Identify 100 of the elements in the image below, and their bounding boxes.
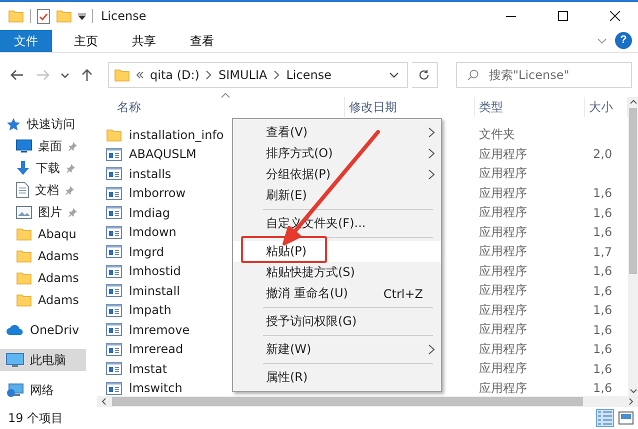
file-name[interactable]: lmreread	[129, 342, 184, 356]
scroll-left-icon[interactable]	[101, 398, 106, 405]
file-name[interactable]: installation_info	[129, 128, 224, 142]
menu-item[interactable]: 属性(R)	[233, 367, 441, 388]
sidebar-item[interactable]: OneDriv	[0, 319, 86, 341]
document-icon	[16, 182, 29, 198]
sidebar-item[interactable]: Adams	[0, 289, 86, 311]
file-name[interactable]: lmswitch	[129, 381, 182, 396]
help-button[interactable]: ?	[615, 32, 632, 49]
application-icon	[106, 186, 122, 200]
dropdown-icon[interactable]	[388, 72, 399, 78]
expand-ribbon-icon[interactable]	[597, 38, 607, 44]
ribbon-tab[interactable]: 共享	[116, 30, 172, 52]
properties-icon[interactable]	[37, 8, 50, 24]
address-bar[interactable]: qita (D:) SIMULIA License	[108, 62, 408, 88]
submenu-chevron-icon	[428, 127, 435, 138]
horizontal-scrollbar[interactable]	[97, 396, 638, 407]
sidebar-item[interactable]: 此电脑	[0, 349, 86, 371]
folder-icon	[16, 271, 32, 285]
search-icon	[467, 69, 479, 81]
sidebar-item[interactable]: 快速访问	[0, 113, 86, 135]
scroll-down-icon[interactable]	[630, 389, 636, 394]
sidebar-item[interactable]: 桌面	[0, 135, 86, 157]
pin-icon	[65, 186, 74, 194]
application-icon	[106, 382, 122, 395]
file-name[interactable]: installs	[129, 166, 172, 181]
refresh-icon	[418, 69, 430, 81]
breadcrumb-item[interactable]: qita (D:)	[150, 68, 200, 82]
sidebar-item[interactable]: 网络	[0, 379, 86, 401]
caret-icon[interactable]	[78, 12, 86, 20]
application-icon	[106, 226, 122, 239]
file-size: 2,0	[593, 147, 612, 162]
menu-item[interactable]: 粘贴(P)	[233, 241, 441, 262]
sidebar-item[interactable]: Abaqu	[0, 223, 86, 245]
scroll-right-icon[interactable]	[629, 398, 634, 405]
submenu-chevron-icon	[428, 169, 435, 180]
folder-icon	[114, 68, 130, 82]
column-header[interactable]: 名称	[97, 97, 345, 117]
file-type: 应用程序	[479, 146, 527, 161]
menu-item[interactable]: 新建(W)	[233, 339, 441, 360]
file-tab[interactable]: 文件	[0, 30, 52, 52]
menu-item[interactable]: 排序方式(O)	[233, 143, 441, 164]
application-icon	[106, 167, 122, 180]
scroll-up-icon[interactable]	[630, 99, 636, 104]
menu-item[interactable]: 刷新(E)	[233, 185, 441, 206]
menu-item[interactable]: 分组依据(P)	[233, 164, 441, 185]
file-name[interactable]: lminstall	[129, 284, 180, 298]
file-name[interactable]: ABAQUSLM	[129, 147, 196, 162]
file-name[interactable]: lmhostid	[129, 264, 181, 278]
sort-caret-icon	[220, 93, 230, 98]
menu-item[interactable]: 授予访问权限(G)	[233, 311, 441, 332]
tiles-view-button[interactable]	[617, 409, 635, 427]
overflow-chevron-icon	[136, 71, 144, 79]
application-icon	[106, 245, 122, 258]
breadcrumb-item[interactable]: SIMULIA	[218, 68, 268, 82]
column-header[interactable]: 修改日期	[345, 97, 475, 117]
pin-icon	[66, 164, 75, 172]
menu-item[interactable]: 撤消 重命名(U) Ctrl+Z	[233, 283, 441, 304]
sidebar-item[interactable]: 文档	[0, 179, 86, 201]
file-size: 1,6	[593, 362, 612, 376]
sidebar-item[interactable]: 下载	[0, 157, 86, 179]
vertical-scrollbar[interactable]	[628, 97, 638, 396]
file-type: 应用程序	[479, 224, 527, 239]
file-name[interactable]: lmborrow	[129, 186, 186, 200]
pin-icon	[68, 142, 77, 150]
download-icon	[16, 160, 30, 176]
breadcrumb-item[interactable]: License	[286, 68, 332, 82]
details-view-button[interactable]	[596, 409, 614, 427]
file-name[interactable]: lmpath	[129, 303, 172, 318]
search-field[interactable]: 搜索"License"	[487, 62, 631, 88]
file-size: 1,6	[593, 381, 612, 396]
menu-item[interactable]: 粘贴快捷方式(S)	[233, 262, 441, 283]
star-icon	[6, 116, 21, 132]
file-name[interactable]: lmdiag	[129, 206, 170, 220]
sidebar-item[interactable]: 图片	[0, 201, 86, 223]
search-box[interactable]: 搜索"License"	[456, 62, 632, 88]
item-count: 19 个项目	[8, 410, 64, 426]
refresh-button[interactable]	[412, 62, 438, 88]
menu-item[interactable]: 查看(V)	[233, 122, 441, 143]
maximize-icon	[558, 11, 568, 21]
ribbon-tab[interactable]: 主页	[58, 30, 114, 52]
file-size: 1,6	[593, 225, 612, 240]
sidebar-item[interactable]: Adams	[0, 267, 86, 289]
breadcrumb-chevron-icon	[273, 70, 280, 80]
file-name[interactable]: lmdown	[129, 225, 176, 240]
submenu-chevron-icon	[428, 148, 435, 159]
application-icon	[106, 206, 122, 220]
folder-icon	[106, 128, 122, 142]
ribbon-tab[interactable]: 查看	[174, 30, 230, 52]
file-size: 1,6	[593, 284, 612, 298]
file-name[interactable]: lmremove	[129, 322, 190, 337]
file-name[interactable]: lmstat	[129, 362, 168, 376]
application-icon	[106, 342, 122, 356]
application-icon	[106, 284, 122, 298]
shortcut-label: Ctrl+Z	[383, 286, 423, 300]
column-header[interactable]: 类型	[475, 97, 585, 117]
application-icon	[106, 148, 122, 161]
sidebar-item[interactable]: Adams	[0, 245, 86, 267]
file-name[interactable]: lmgrd	[129, 244, 164, 259]
pc-icon	[6, 352, 24, 368]
